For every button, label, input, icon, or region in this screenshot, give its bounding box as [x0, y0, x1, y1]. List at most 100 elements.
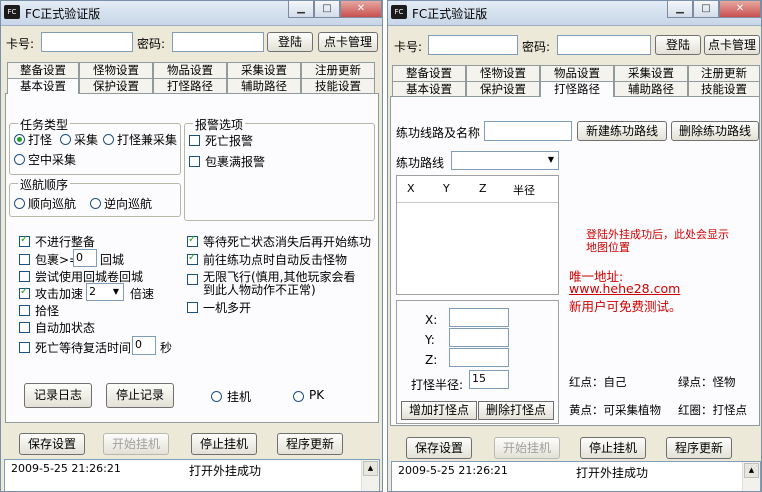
window-controls: ▁ □ ✕: [288, 1, 382, 18]
tab-skill[interactable]: 技能设置: [688, 81, 760, 97]
add-point-button[interactable]: 增加打怪点: [401, 401, 477, 420]
site-url-link[interactable]: www.hehe28.com: [569, 281, 680, 296]
tab-prepare[interactable]: 整备设置: [392, 65, 466, 81]
pickup-checkbox[interactable]: [19, 305, 30, 316]
tab-aux-path[interactable]: 辅助路径: [614, 81, 688, 97]
tab-skill[interactable]: 技能设置: [301, 78, 375, 94]
alarm-group: 报警选项 死亡报警 包裹满报警: [184, 116, 375, 221]
login-button[interactable]: 登陆: [655, 35, 701, 55]
password-input[interactable]: [172, 32, 264, 52]
infinite-fly-checkbox[interactable]: [187, 274, 198, 285]
save-settings-button[interactable]: 保存设置: [406, 437, 472, 459]
scroll-up-icon[interactable]: ▲: [744, 463, 759, 478]
log-box[interactable]: 2009-5-25 21:26:21 打开外挂成功 ▲: [391, 461, 761, 491]
patrol-group: 巡航顺序 顺向巡航 逆向巡航: [9, 176, 181, 217]
tab-aux-path[interactable]: 辅助路径: [227, 78, 301, 94]
update-button[interactable]: 程序更新: [666, 437, 732, 459]
column-y: Y: [443, 182, 450, 195]
radius-input[interactable]: 15: [469, 370, 509, 389]
radio-air-gather[interactable]: [14, 154, 25, 165]
tab-register[interactable]: 注册更新: [688, 65, 760, 81]
update-button[interactable]: 程序更新: [277, 433, 343, 455]
new-route-button[interactable]: 新建练功路线: [577, 121, 667, 141]
card-manage-button[interactable]: 点卡管理: [704, 35, 760, 55]
tab-protect[interactable]: 保护设置: [466, 81, 540, 97]
radio-gather[interactable]: [60, 134, 71, 145]
tab-basic[interactable]: 基本设置: [392, 81, 466, 97]
tab-monster[interactable]: 怪物设置: [466, 65, 540, 81]
no-prepare-checkbox[interactable]: [19, 234, 30, 247]
tab-item[interactable]: 物品设置: [540, 65, 614, 81]
close-icon[interactable]: ✕: [719, 1, 761, 18]
attack-speed-label: 攻击加速: [35, 287, 84, 301]
route-select-label: 练功路线: [396, 156, 445, 170]
radio-pk[interactable]: [293, 391, 304, 402]
start-hang-button[interactable]: 开始挂机: [103, 433, 169, 455]
tab-basic[interactable]: 基本设置: [7, 78, 79, 94]
y-input[interactable]: [449, 328, 509, 347]
revive-wait-input[interactable]: 0: [132, 336, 156, 355]
delete-route-button[interactable]: 删除练功路线: [671, 121, 759, 141]
tab-monster[interactable]: 怪物设置: [79, 62, 153, 78]
patrol-title: 巡航顺序: [18, 176, 71, 193]
stop-hang-button[interactable]: 停止挂机: [191, 433, 257, 455]
maximize-icon[interactable]: □: [314, 1, 340, 18]
radio-reverse-patrol[interactable]: [90, 198, 101, 209]
stop-hang-button[interactable]: 停止挂机: [580, 437, 646, 459]
attack-speed-select[interactable]: 2 ▼: [86, 283, 124, 301]
save-settings-button[interactable]: 保存设置: [19, 433, 85, 455]
radio-forward-patrol[interactable]: [14, 198, 25, 209]
tab-gather[interactable]: 采集设置: [614, 65, 688, 81]
attack-speed-checkbox[interactable]: [19, 286, 30, 299]
multi-open-checkbox[interactable]: [187, 302, 198, 313]
password-input[interactable]: [557, 35, 651, 55]
minimize-icon[interactable]: ▁: [667, 1, 693, 18]
tab-fight-path[interactable]: 打怪路径: [540, 81, 614, 97]
path-point-list[interactable]: X Y Z 半径: [396, 175, 559, 295]
fight-path-panel: 练功线路及名称 新建练功路线 删除练功路线 练功路线 ▼ X Y Z 半径 X:…: [390, 96, 760, 426]
use-scroll-checkbox[interactable]: [19, 271, 30, 282]
tab-gather[interactable]: 采集设置: [227, 62, 301, 78]
record-log-button[interactable]: 记录日志: [24, 383, 92, 408]
main-window-path: FC FC正式验证版 ▁ □ ✕ 卡号: 密码: 登陆 点卡管理 整备设置 怪物…: [387, 0, 762, 492]
attack-speed-value: 2: [89, 285, 96, 298]
bag-return-checkbox[interactable]: [19, 254, 30, 265]
bag-count-input[interactable]: 0: [73, 249, 97, 267]
maximize-icon[interactable]: □: [693, 1, 719, 18]
tab-register[interactable]: 注册更新: [301, 62, 375, 78]
wait-death-checkbox[interactable]: [187, 234, 198, 247]
log-scrollbar[interactable]: ▲: [742, 462, 760, 491]
card-manage-button[interactable]: 点卡管理: [318, 32, 378, 52]
infinite-fly-label-2: 到此人物动作不正常): [203, 283, 316, 297]
radio-idle[interactable]: [211, 391, 222, 402]
minimize-icon[interactable]: ▁: [288, 1, 314, 18]
log-box[interactable]: 2009-5-25 21:26:21 打开外挂成功 ▲: [4, 459, 380, 491]
close-icon[interactable]: ✕: [340, 1, 382, 18]
card-input[interactable]: [428, 35, 518, 55]
log-scrollbar[interactable]: ▲: [361, 460, 379, 491]
card-input[interactable]: [41, 32, 133, 52]
tab-protect[interactable]: 保护设置: [79, 78, 153, 94]
auto-buff-checkbox[interactable]: [19, 322, 30, 333]
stop-record-button[interactable]: 停止记录: [106, 383, 174, 408]
chevron-down-icon[interactable]: ▼: [110, 285, 122, 299]
chevron-down-icon[interactable]: ▼: [545, 153, 557, 168]
z-input[interactable]: [449, 348, 509, 367]
scroll-up-icon[interactable]: ▲: [363, 461, 378, 476]
bag-full-alarm-checkbox[interactable]: [189, 156, 200, 167]
login-button[interactable]: 登陆: [267, 32, 313, 52]
x-input[interactable]: [449, 308, 509, 327]
radio-reverse-patrol-label: 逆向巡航: [104, 197, 153, 211]
route-name-input[interactable]: [484, 121, 572, 141]
delete-point-button[interactable]: 删除打怪点: [478, 401, 554, 420]
radio-fight[interactable]: [14, 134, 25, 145]
tab-fight-path[interactable]: 打怪路径: [153, 78, 227, 94]
revive-wait-checkbox[interactable]: [19, 342, 30, 353]
counter-attack-checkbox[interactable]: [187, 252, 198, 265]
start-hang-button[interactable]: 开始挂机: [494, 437, 560, 459]
death-alarm-checkbox[interactable]: [189, 135, 200, 146]
tab-prepare[interactable]: 整备设置: [7, 62, 79, 78]
radio-fight-gather[interactable]: [103, 134, 114, 145]
tab-item[interactable]: 物品设置: [153, 62, 227, 78]
route-select[interactable]: ▼: [451, 151, 559, 170]
